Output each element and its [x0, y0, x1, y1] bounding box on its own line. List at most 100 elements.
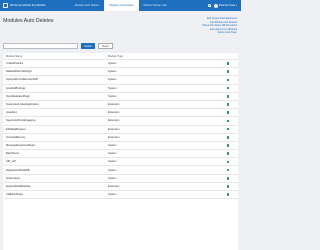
app-name: DB Server Module Exp Module — [10, 4, 46, 7]
row-action[interactable] — [218, 103, 238, 106]
module-type: System — [108, 70, 117, 74]
table-row[interactable]: RelatedRecordsPlugin System — [3, 68, 238, 77]
table-row[interactable]: JavaAlert Extension — [3, 109, 238, 118]
tab-modules-auto-deletes[interactable]: Modules Auto Deletes — [70, 0, 104, 11]
check-icon[interactable] — [226, 193, 230, 196]
table-row[interactable]: OpeLinkPermsMembersDB System — [3, 76, 238, 85]
row-action[interactable] — [218, 62, 238, 65]
check-icon[interactable] — [226, 168, 230, 172]
module-type: Extension — [108, 127, 120, 131]
page-title: Modules Auto Deletes — [3, 18, 54, 24]
module-type: System — [108, 168, 117, 172]
modules-table: Module Name Module Type UnifiedPolicies S… — [3, 53, 238, 250]
row-action[interactable] — [218, 86, 238, 90]
row-action[interactable] — [218, 160, 238, 164]
module-type: Extension — [108, 103, 120, 107]
tab-module-version-lists[interactable]: Module Version Lists — [139, 0, 172, 11]
table-row[interactable]: SupervisorDocsEngaging Extension — [3, 117, 238, 126]
table-row[interactable]: SyncDatabasePlugin System — [3, 93, 238, 101]
module-type: System — [108, 143, 117, 147]
table-row[interactable]: OverrideMemory Extension — [3, 134, 238, 142]
row-action[interactable] — [218, 152, 238, 155]
app-brand[interactable]: DB Server Module Exp Module — [0, 0, 70, 11]
module-name: RelatedRecordsPlugin — [6, 70, 32, 74]
check-icon[interactable] — [226, 185, 230, 188]
table-row[interactable]: CallbackPlugin System — [3, 191, 238, 200]
table-row[interactable]: EditMetaBrowser Extension — [3, 126, 238, 134]
check-icon[interactable] — [226, 127, 230, 131]
module-type: Extension — [108, 184, 120, 188]
table-header: Module Name Module Type — [3, 53, 238, 60]
check-icon[interactable] — [226, 86, 230, 90]
check-icon[interactable] — [226, 160, 230, 164]
table-row[interactable]: API_v20 System — [3, 158, 238, 167]
table-row[interactable]: BatchSend System — [3, 150, 238, 159]
module-type: System — [108, 86, 117, 90]
header-module-name[interactable]: Module Name — [3, 55, 108, 58]
module-type: Extension — [108, 135, 120, 139]
table-row[interactable]: EnginesDataModules Extension — [3, 183, 238, 191]
module-name: API_v20 — [6, 160, 16, 164]
table-row[interactable]: SchemaGet System — [3, 175, 238, 183]
search-button[interactable]: Search — [81, 43, 95, 49]
module-type: Extension — [108, 111, 120, 115]
check-icon[interactable] — [226, 70, 230, 74]
reset-button[interactable]: Reset — [98, 43, 113, 49]
module-name: SyncDatabasePlugin — [6, 94, 31, 98]
tab-modules-auto-deletes-active[interactable]: Modules Auto Deletes — [104, 0, 139, 11]
row-action[interactable] — [218, 135, 238, 139]
row-action[interactable] — [218, 119, 238, 123]
chevron-down-icon: ▾ — [235, 4, 237, 7]
module-name: JavaAlert — [6, 111, 17, 115]
header-module-type[interactable]: Module Type — [108, 55, 218, 58]
link-4[interactable]: Delete Auto Clean — [202, 31, 237, 35]
module-name: SupervisorDocsEngaging — [6, 119, 36, 123]
module-type: System — [108, 160, 117, 164]
check-icon[interactable] — [226, 119, 230, 123]
module-name: JavaNetBindings — [6, 86, 26, 90]
row-action[interactable] — [218, 144, 238, 147]
user-name: Ricardo Costa — [219, 4, 235, 7]
row-action[interactable] — [218, 95, 238, 98]
module-name: SupervisorLinkedApplication — [6, 103, 39, 107]
nav-tabs: Modules Auto Deletes Modules Auto Delete… — [70, 0, 172, 11]
table-row[interactable]: JavaNetBindings System — [3, 85, 238, 93]
row-action[interactable] — [218, 70, 238, 74]
module-type: System — [108, 193, 117, 197]
check-icon[interactable] — [226, 135, 230, 139]
user-menu[interactable]: Ricardo Costa ▾ — [207, 3, 241, 8]
check-icon[interactable] — [226, 103, 230, 106]
table-row[interactable]: UnifiedPolicies System — [3, 60, 238, 69]
check-icon[interactable] — [226, 176, 230, 180]
bell-icon[interactable] — [207, 4, 211, 7]
check-icon[interactable] — [226, 111, 230, 115]
module-name: ReplicationModelDB — [6, 168, 30, 172]
module-type: System — [108, 94, 117, 98]
module-name: MessageReactionsPlugin — [6, 143, 36, 147]
check-icon[interactable] — [226, 78, 230, 82]
search-input[interactable] — [3, 43, 78, 49]
module-name: OverrideMemory — [6, 135, 26, 139]
module-type: System — [108, 176, 117, 180]
row-action[interactable] — [218, 176, 238, 180]
app-logo-icon — [3, 3, 8, 8]
table-row[interactable]: ReplicationModelDB System — [3, 166, 238, 175]
row-action[interactable] — [218, 111, 238, 115]
check-icon[interactable] — [226, 152, 230, 155]
check-icon[interactable] — [226, 62, 230, 65]
module-name: UnifiedPolicies — [6, 62, 24, 66]
module-name: BatchSend — [6, 152, 19, 156]
row-action[interactable] — [218, 78, 238, 82]
main-content: Modules Auto Deletes Edit System Path Re… — [0, 11, 241, 250]
row-action[interactable] — [218, 168, 238, 172]
row-action[interactable] — [218, 127, 238, 131]
row-action[interactable] — [218, 193, 238, 196]
module-name: EditMetaBrowser — [6, 127, 26, 131]
module-name: SchemaGet — [6, 176, 20, 180]
row-action[interactable] — [218, 185, 238, 188]
check-icon[interactable] — [226, 144, 230, 147]
check-icon[interactable] — [226, 95, 230, 98]
table-row[interactable]: MessageReactionsPlugin System — [3, 142, 238, 151]
table-row[interactable]: SupervisorLinkedApplication Extension — [3, 101, 238, 110]
module-type: Extension — [108, 119, 120, 123]
